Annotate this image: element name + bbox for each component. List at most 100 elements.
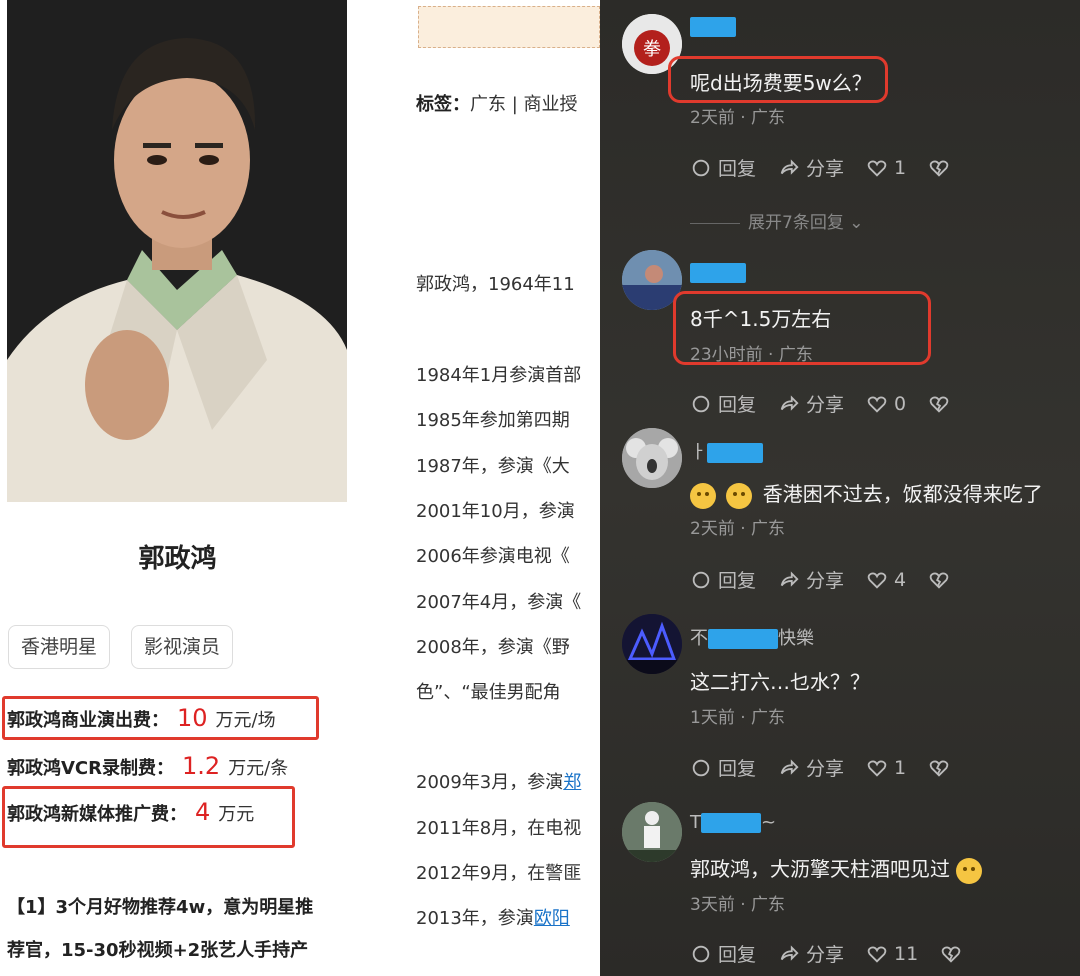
username[interactable]: T ~ bbox=[690, 812, 776, 834]
dislike-button[interactable] bbox=[928, 757, 950, 779]
timeline-2009-link[interactable]: 郑 bbox=[563, 772, 581, 793]
reply-icon bbox=[692, 945, 710, 962]
expand-replies[interactable]: 展开7条回复 ⌄ bbox=[690, 208, 863, 233]
tags-label: 标签： bbox=[416, 94, 470, 115]
like-count: 0 bbox=[894, 392, 907, 415]
like-button[interactable]: 4 bbox=[866, 569, 906, 591]
broken-heart-icon bbox=[929, 571, 949, 589]
timeline-2013-link[interactable]: 欧阳 bbox=[534, 908, 570, 929]
note-line-2: 荐官，15-30秒视频+2张艺人手持产 bbox=[7, 940, 309, 961]
like-count: 11 bbox=[894, 942, 919, 965]
avatar[interactable] bbox=[622, 428, 682, 488]
tag-hk-star[interactable]: 香港明星 bbox=[8, 625, 111, 669]
timeline-2006: 2006年参演电视《 bbox=[416, 546, 570, 567]
share-icon bbox=[780, 944, 799, 961]
dislike-button[interactable] bbox=[940, 943, 962, 965]
share-button[interactable]: 分享 bbox=[778, 390, 844, 417]
grin-emoji-icon bbox=[956, 857, 983, 884]
broken-heart-icon bbox=[929, 159, 949, 177]
dislike-button[interactable] bbox=[928, 569, 950, 591]
like-button[interactable]: 1 bbox=[866, 157, 906, 179]
like-count: 4 bbox=[894, 568, 907, 591]
athlete-avatar-icon bbox=[622, 802, 682, 862]
comment-actions: 回复 分享 1 bbox=[690, 754, 950, 781]
share-icon bbox=[780, 158, 799, 175]
heart-icon bbox=[867, 395, 887, 413]
like-button[interactable]: 1 bbox=[866, 757, 906, 779]
timeline-2013-text: 2013年，参演 bbox=[416, 908, 534, 929]
celebrity-profile-panel: 郭政鸿 香港明星 影视演员 郭政鸿商业演出费： 10 万元/场 郭政鸿VCR录制费：… bbox=[0, 0, 360, 976]
article-bio: 郭政鸿，1964年11 bbox=[416, 274, 575, 295]
comment-meta: 1天前 · 广东 bbox=[690, 708, 786, 728]
highlight-box-new-media bbox=[2, 786, 295, 848]
highlight-box bbox=[668, 56, 888, 103]
timeline-2009: 2009年3月，参演郑 bbox=[416, 768, 581, 794]
timeline-2008-award: 色”、“最佳男配角 bbox=[416, 682, 561, 703]
article-panel: 标签：广东 | 商业授 郭政鸿，1964年11 1984年1月参演首部 1985… bbox=[360, 0, 600, 976]
timeline-1984: 1984年1月参演首部 bbox=[416, 365, 582, 386]
reply-button[interactable]: 回复 bbox=[690, 154, 756, 181]
heart-icon bbox=[867, 159, 887, 177]
broken-heart-icon bbox=[929, 395, 949, 413]
share-icon bbox=[780, 758, 799, 775]
avatar[interactable] bbox=[622, 614, 682, 674]
share-button[interactable]: 分享 bbox=[778, 754, 844, 781]
tags-value: 广东 | 商业授 bbox=[470, 94, 578, 115]
celebrity-photo bbox=[7, 0, 347, 502]
timeline-2001: 2001年10月，参演 bbox=[416, 501, 575, 522]
expand-label: 展开7条回复 bbox=[748, 213, 844, 233]
like-button[interactable]: 11 bbox=[866, 943, 918, 965]
reply-button[interactable]: 回复 bbox=[690, 390, 756, 417]
comment-meta: 3天前 · 广东 bbox=[690, 895, 786, 915]
share-button[interactable]: 分享 bbox=[778, 566, 844, 593]
like-button[interactable]: 0 bbox=[866, 393, 906, 415]
dislike-button[interactable] bbox=[928, 393, 950, 415]
timeline-2012: 2012年9月，在警匪 bbox=[416, 863, 582, 884]
avatar[interactable] bbox=[622, 802, 682, 862]
article-tags: 标签：广东 | 商业授 bbox=[416, 90, 578, 116]
timeline-2009-text: 2009年3月，参演 bbox=[416, 772, 564, 793]
tag-film-actor[interactable]: 影视演员 bbox=[131, 625, 234, 669]
heart-icon bbox=[867, 945, 887, 963]
reply-icon bbox=[692, 159, 710, 176]
highlight-box-commercial bbox=[2, 696, 319, 740]
night-city-avatar-icon bbox=[622, 614, 682, 674]
comment-meta: 2天前 · 广东 bbox=[690, 519, 786, 539]
broken-heart-icon bbox=[929, 759, 949, 777]
svg-text:拳: 拳 bbox=[643, 39, 661, 60]
share-button[interactable]: 分享 bbox=[778, 154, 844, 181]
reply-button[interactable]: 回复 bbox=[690, 940, 756, 967]
username[interactable]: 不快樂 bbox=[690, 624, 814, 649]
heart-icon bbox=[867, 759, 887, 777]
highlight-box bbox=[673, 291, 931, 365]
fee-value: 1.2 bbox=[182, 752, 221, 780]
share-icon bbox=[780, 570, 799, 587]
dashed-banner bbox=[418, 6, 600, 48]
timeline-1987: 1987年，参演《大 bbox=[416, 456, 570, 477]
share-button[interactable]: 分享 bbox=[778, 940, 844, 967]
username[interactable]: ㅏ bbox=[690, 438, 763, 463]
username[interactable] bbox=[690, 16, 736, 38]
comment-text: 香港困不过去，饭都没得来吃了 bbox=[690, 478, 1043, 509]
timeline-2007: 2007年4月，参演《 bbox=[416, 592, 582, 613]
reply-button[interactable]: 回复 bbox=[690, 566, 756, 593]
celebrity-name: 郭政鸿 bbox=[138, 544, 217, 574]
reply-icon bbox=[692, 571, 710, 588]
fee-label: 郭政鸿VCR录制费： bbox=[7, 758, 175, 779]
like-count: 1 bbox=[894, 156, 907, 179]
like-count: 1 bbox=[894, 756, 907, 779]
share-icon bbox=[780, 394, 799, 411]
reply-icon bbox=[692, 395, 710, 412]
reply-button[interactable]: 回复 bbox=[690, 754, 756, 781]
comment-text: 郭政鸿，大沥擎天柱酒吧见过 bbox=[690, 853, 986, 884]
comment-text: 这二打六…乜水？？ bbox=[690, 670, 870, 694]
username[interactable] bbox=[690, 262, 746, 284]
heart-icon bbox=[867, 571, 887, 589]
comment-actions: 回复 分享 1 bbox=[690, 154, 950, 181]
smirk-emoji-icon bbox=[726, 482, 753, 509]
timeline-2011: 2011年8月，在电视 bbox=[416, 818, 582, 839]
dislike-button[interactable] bbox=[928, 157, 950, 179]
comment-actions: 回复 分享 4 bbox=[690, 566, 950, 593]
broken-heart-icon bbox=[941, 945, 961, 963]
comment-actions: 回复 分享 11 bbox=[690, 940, 962, 967]
